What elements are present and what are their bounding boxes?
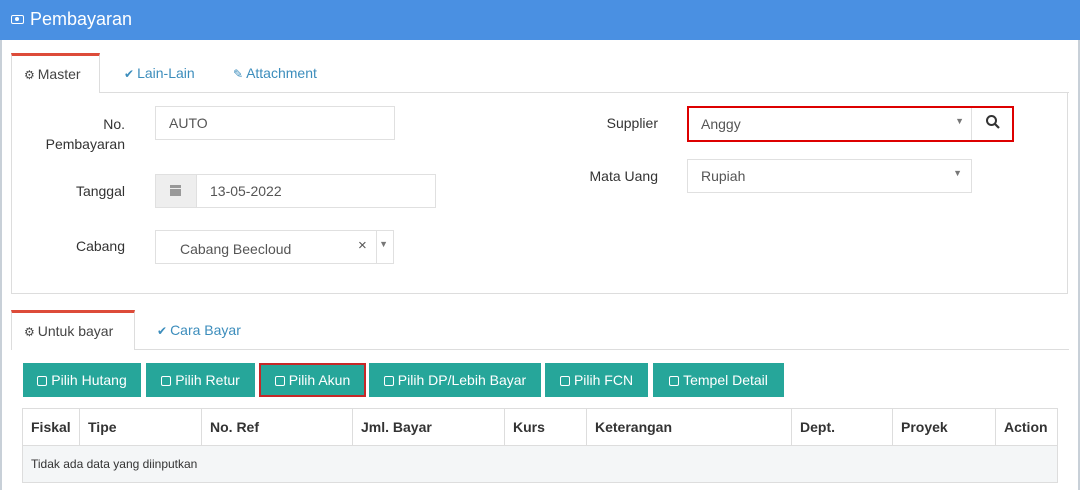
copy-icon <box>383 376 394 386</box>
table-row: Tidak ada data yang diinputkan <box>22 445 1058 483</box>
tanggal-field[interactable]: 13-05-2022 <box>155 174 436 208</box>
frame-border-left <box>0 40 2 490</box>
payment-detail-table: Fiskal Tipe No. Ref Jml. Bayar Kurs Kete… <box>22 408 1058 483</box>
tanggal-label: Tanggal <box>75 183 125 199</box>
column-header-dept[interactable]: Dept. <box>791 408 893 446</box>
no-pembayaran-label-line2: Pembayaran <box>45 136 125 152</box>
tab-attachment[interactable]: ✎ Attachment <box>221 53 329 93</box>
tempel-detail-button[interactable]: Tempel Detail <box>653 363 784 397</box>
tab-untuk-bayar[interactable]: ⚙ Untuk bayar <box>11 310 135 350</box>
calendar-icon <box>170 185 181 196</box>
clear-icon[interactable]: × <box>358 237 367 254</box>
paperclip-icon: ✎ <box>233 67 244 81</box>
cabang-value: Cabang Beecloud <box>180 241 292 257</box>
copy-icon <box>274 376 285 386</box>
cabang-select[interactable]: Cabang Beecloud × ▼ <box>155 230 394 264</box>
supplier-value: Anggy <box>701 116 741 132</box>
cogs-icon: ⚙ <box>24 325 35 339</box>
check-circle-icon: ✔ <box>124 67 135 81</box>
cogs-icon: ⚙ <box>24 68 35 82</box>
pilih-fcn-button[interactable]: Pilih FCN <box>545 363 648 397</box>
mata-uang-value: Rupiah <box>701 168 746 184</box>
money-icon <box>11 15 24 24</box>
chevron-down-icon[interactable]: ▼ <box>379 239 388 249</box>
mata-uang-label: Mata Uang <box>589 168 658 184</box>
table-header-row: Fiskal Tipe No. Ref Jml. Bayar Kurs Kete… <box>22 408 1058 446</box>
select-separator <box>376 231 377 263</box>
tab-divider <box>135 349 1069 350</box>
search-icon[interactable] <box>985 114 1003 132</box>
supplier-select[interactable]: Anggy ▼ <box>687 106 1014 142</box>
copy-icon <box>37 376 48 386</box>
column-header-keterangan[interactable]: Keterangan <box>586 408 792 446</box>
mata-uang-select[interactable]: Rupiah ▼ <box>687 159 972 193</box>
tab-cara-bayar[interactable]: ✔ Cara Bayar <box>145 310 253 350</box>
column-header-proyek[interactable]: Proyek <box>892 408 996 446</box>
check-circle-icon: ✔ <box>157 324 168 338</box>
top-tab-bar: ⚙ Master ✔ Lain-Lain ✎ Attachment <box>11 53 1069 93</box>
column-header-fiskal[interactable]: Fiskal <box>22 408 80 446</box>
chevron-down-icon[interactable]: ▼ <box>955 116 964 126</box>
pilih-retur-button[interactable]: Pilih Retur <box>146 363 255 397</box>
window-title: Pembayaran <box>30 9 133 29</box>
pilih-akun-button[interactable]: Pilih Akun <box>259 363 366 397</box>
pilih-hutang-button[interactable]: Pilih Hutang <box>23 363 141 397</box>
no-pembayaran-value: AUTO <box>169 115 208 131</box>
column-header-tipe[interactable]: Tipe <box>79 408 202 446</box>
cabang-label: Cabang <box>75 238 125 254</box>
tanggal-value: 13-05-2022 <box>210 183 282 199</box>
window-title-bar: Pembayaran <box>0 0 1080 40</box>
calendar-addon[interactable] <box>156 175 197 207</box>
select-separator <box>971 108 972 140</box>
copy-icon <box>161 376 172 386</box>
paste-icon <box>669 376 680 386</box>
no-pembayaran-field[interactable]: AUTO <box>155 106 395 140</box>
tab-master[interactable]: ⚙ Master <box>11 53 100 93</box>
tab-lain-lain[interactable]: ✔ Lain-Lain <box>112 53 207 93</box>
copy-icon <box>559 376 570 386</box>
no-pembayaran-label: No. Pembayaran <box>40 114 125 154</box>
column-header-no-ref[interactable]: No. Ref <box>201 408 353 446</box>
supplier-label: Supplier <box>606 115 658 131</box>
empty-table-message: Tidak ada data yang diinputkan <box>22 445 1058 483</box>
column-header-action: Action <box>995 408 1058 446</box>
no-pembayaran-label-line1: No. <box>103 116 125 132</box>
chevron-down-icon[interactable]: ▼ <box>953 168 962 178</box>
column-header-kurs[interactable]: Kurs <box>504 408 587 446</box>
bottom-tab-bar: ⚙ Untuk bayar ✔ Cara Bayar <box>11 310 1069 350</box>
pilih-dp-lebih-bayar-button[interactable]: Pilih DP/Lebih Bayar <box>369 363 541 397</box>
column-header-jml-bayar[interactable]: Jml. Bayar <box>352 408 505 446</box>
